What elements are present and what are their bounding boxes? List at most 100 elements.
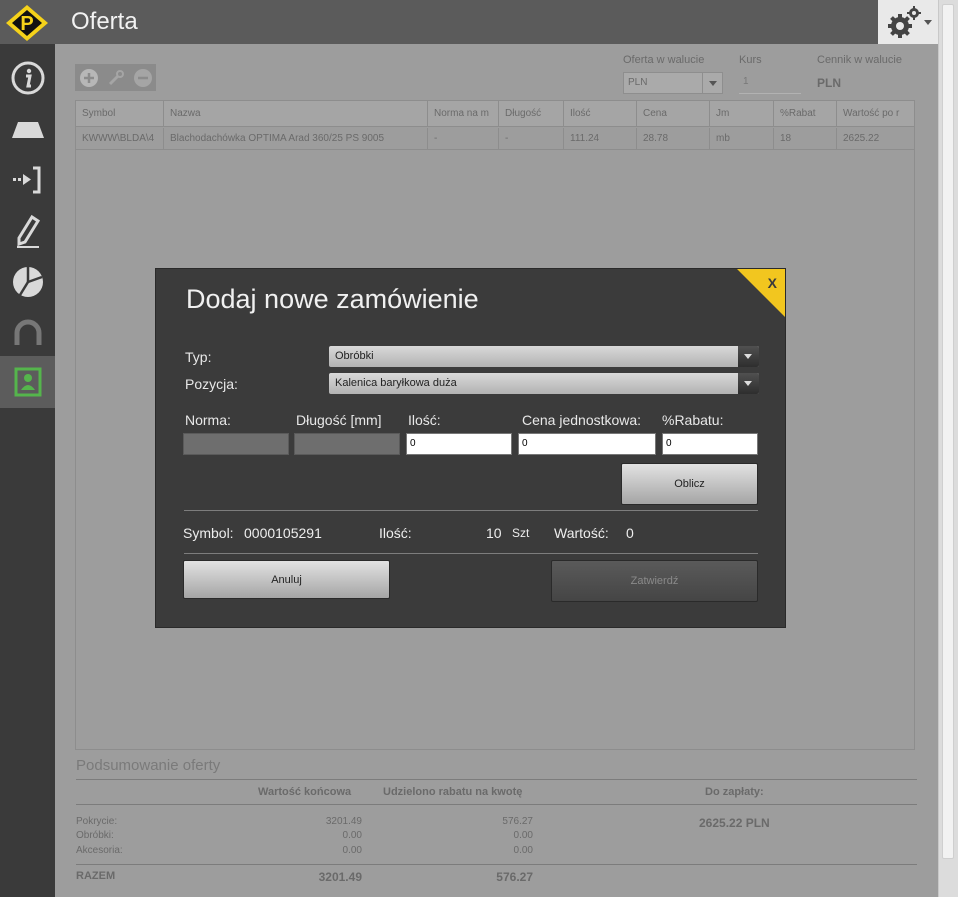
type-label: Typ:	[185, 349, 212, 365]
price-label: Cena jednostkowa:	[522, 412, 642, 428]
qty-info-label: Ilość:	[379, 525, 412, 541]
discount-label: %Rabatu:	[662, 412, 724, 428]
roof-icon	[11, 122, 44, 138]
dialog-title: Dodaj nowe zamówienie	[186, 284, 479, 314]
length-label: Długość [mm]	[296, 412, 382, 428]
chevron-down-icon	[738, 373, 759, 394]
position-select[interactable]: Kalenica baryłkowa duża	[329, 373, 759, 394]
summary-row-final: 0.00	[342, 830, 362, 841]
page-title: Oferta	[71, 8, 138, 35]
settings-button[interactable]	[878, 0, 938, 44]
currency-select[interactable]: PLN	[623, 72, 723, 94]
divider	[76, 864, 917, 865]
column-header[interactable]: Ilość	[564, 101, 637, 127]
summary-total-discount: 576.27	[496, 870, 533, 884]
summary-total-label: RAZEM	[76, 870, 116, 882]
minus-circle-icon	[133, 68, 152, 87]
norma-label: Norma:	[185, 412, 231, 428]
table-cell[interactable]: Blachodachówka OPTIMA Arad 360/25 PS 900…	[164, 128, 428, 150]
divider	[76, 779, 917, 780]
close-icon	[737, 269, 785, 317]
summary-col-topay: Do zapłaty:	[705, 786, 764, 798]
sidebar-item-roof[interactable]	[0, 104, 55, 156]
table-cell[interactable]: 28.78	[637, 128, 710, 150]
discount-input[interactable]: 0	[662, 433, 758, 455]
scrollbar[interactable]	[938, 0, 958, 897]
scrollbar-thumb[interactable]	[942, 4, 954, 859]
position-label: Pozycja:	[185, 376, 238, 392]
type-select[interactable]: Obróbki	[329, 346, 759, 367]
logo-p-icon[interactable]: P	[5, 4, 49, 42]
divider	[184, 510, 758, 511]
price-input[interactable]: 0	[518, 433, 656, 455]
column-header[interactable]: Symbol	[76, 101, 164, 127]
contact-icon	[14, 367, 41, 397]
sidebar-item-edit[interactable]	[0, 206, 55, 258]
column-header[interactable]: %Rabat	[774, 101, 837, 127]
summary-total-final: 3201.49	[318, 870, 362, 884]
column-header[interactable]: Nazwa	[164, 101, 428, 127]
qty-label: Ilość:	[408, 412, 441, 428]
summary-col-discount: Udzielono rabatu na kwotę	[383, 786, 523, 798]
column-header[interactable]: Długość	[499, 101, 564, 127]
currency-label: Oferta w walucie	[623, 54, 705, 66]
edit-row-button[interactable]	[102, 64, 129, 91]
close-label: X	[767, 275, 777, 291]
currency-value: PLN	[628, 77, 648, 88]
cancel-button[interactable]: Anuluj	[183, 560, 390, 599]
column-header[interactable]: Cena	[637, 101, 710, 127]
sidebar-item-import[interactable]	[0, 154, 55, 206]
table-cell[interactable]: -	[499, 128, 564, 150]
symbol-label: Symbol:	[183, 525, 234, 541]
summary-row-final: 0.00	[342, 845, 362, 856]
edit-icon	[16, 214, 40, 248]
divider	[184, 553, 758, 554]
summary-row-label: Pokrycie:	[76, 816, 118, 827]
value-label: Wartość:	[554, 525, 609, 541]
table-cell[interactable]: KWWW\BLDA\4	[76, 128, 164, 150]
remove-button[interactable]	[129, 64, 156, 91]
confirm-button[interactable]: Zatwierdź	[551, 560, 758, 602]
chevron-down-icon	[738, 346, 759, 367]
sidebar-item-magnet[interactable]	[0, 306, 55, 358]
value-amount: 0	[626, 525, 634, 541]
import-icon	[12, 166, 40, 194]
close-button[interactable]: X	[735, 269, 785, 319]
divider	[76, 804, 917, 805]
summary-topay-value: 2625.22 PLN	[699, 816, 770, 830]
app-window: P Oferta Oferta w walucie PLN Kurs 1 Cen…	[0, 0, 958, 897]
pricelist-label: Cennik w walucie	[817, 54, 902, 66]
top-bar: P Oferta	[0, 0, 938, 44]
symbol-value: 0000105291	[244, 525, 322, 541]
add-button[interactable]	[75, 64, 102, 91]
wrench-icon	[108, 69, 124, 85]
summary-row-final: 3201.49	[325, 816, 362, 827]
qty-info-value: 10	[486, 525, 502, 541]
qty-input[interactable]: 0	[406, 433, 512, 455]
summary-row-discount: 576.27	[502, 816, 533, 827]
sidebar-item-stats[interactable]	[0, 256, 55, 308]
rate-input[interactable]: 1	[739, 72, 801, 94]
svg-text:P: P	[20, 13, 33, 35]
summary-row-label: Obróbki:	[76, 830, 114, 841]
norma-input[interactable]	[183, 433, 289, 455]
magnet-icon	[14, 319, 41, 345]
add-order-dialog: Dodaj nowe zamówienie X Typ: Obróbki Poz…	[155, 268, 786, 628]
info-icon	[11, 61, 44, 95]
chevron-down-icon	[702, 73, 722, 93]
table-cell[interactable]: -	[428, 128, 499, 150]
column-header[interactable]: Jm	[710, 101, 774, 127]
column-header[interactable]: Norma na m	[428, 101, 499, 127]
length-input[interactable]	[294, 433, 400, 455]
calculate-button[interactable]: Oblicz	[621, 463, 758, 505]
table-cell[interactable]: mb	[710, 128, 774, 150]
sidebar-item-info[interactable]	[0, 52, 55, 104]
summary-row-label: Akcesoria:	[76, 845, 123, 856]
table-cell[interactable]: 2625.22	[837, 128, 915, 150]
sidebar-item-contact[interactable]	[0, 356, 55, 408]
table-cell[interactable]: 18	[774, 128, 837, 150]
plus-circle-icon	[79, 68, 98, 87]
rate-label: Kurs	[739, 54, 762, 66]
table-cell[interactable]: 111.24	[564, 128, 637, 150]
column-header[interactable]: Wartość po r	[837, 101, 915, 127]
